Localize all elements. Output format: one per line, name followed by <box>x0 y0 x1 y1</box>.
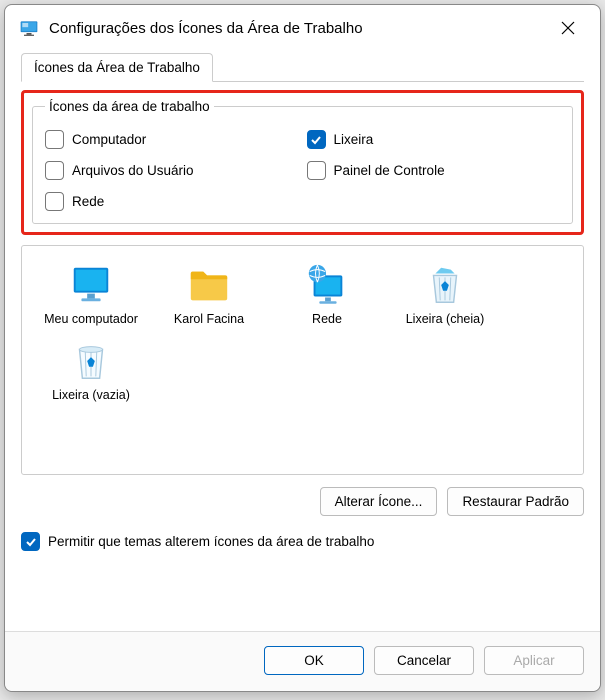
dialog-window: Configurações dos Ícones da Área de Trab… <box>4 4 601 692</box>
highlighted-region: Ícones da área de trabalho Computador Li… <box>21 90 584 235</box>
network-icon <box>304 262 350 308</box>
icon-preview-panel: Meu computador Karol Facina <box>21 245 584 475</box>
tab-desktop-icons[interactable]: Ícones da Área de Trabalho <box>21 53 213 82</box>
close-button[interactable] <box>546 13 590 43</box>
checkbox-controlpanel[interactable] <box>307 161 326 180</box>
icon-buttons-row: Alterar Ícone... Restaurar Padrão <box>21 487 584 516</box>
checkbox-row-recyclebin[interactable]: Lixeira <box>307 130 561 149</box>
icon-item-computer[interactable]: Meu computador <box>32 260 150 336</box>
restore-default-button[interactable]: Restaurar Padrão <box>447 487 584 516</box>
checkbox-row-network[interactable]: Rede <box>45 192 299 211</box>
icon-caption: Karol Facina <box>174 312 244 328</box>
ok-button[interactable]: OK <box>264 646 364 675</box>
checkbox-userfiles[interactable] <box>45 161 64 180</box>
icon-caption: Rede <box>312 312 342 328</box>
icon-caption: Lixeira (vazia) <box>52 388 130 404</box>
icon-item-network[interactable]: Rede <box>268 260 386 336</box>
close-icon <box>561 21 575 35</box>
apply-button[interactable]: Aplicar <box>484 646 584 675</box>
titlebar: Configurações dos Ícones da Área de Trab… <box>5 5 600 49</box>
cancel-button[interactable]: Cancelar <box>374 646 474 675</box>
folder-icon <box>186 262 232 308</box>
icon-item-recycle-empty[interactable]: Lixeira (vazia) <box>32 336 150 412</box>
checkbox-recyclebin[interactable] <box>307 130 326 149</box>
change-icon-button[interactable]: Alterar Ícone... <box>320 487 438 516</box>
checkbox-grid: Computador Lixeira Arquivos do Usuário <box>45 130 560 211</box>
themes-checkbox-row[interactable]: Permitir que temas alterem ícones da áre… <box>21 532 584 551</box>
icon-item-userfolder[interactable]: Karol Facina <box>150 260 268 336</box>
checkbox-label: Rede <box>72 194 104 209</box>
dialog-footer: OK Cancelar Aplicar <box>5 631 600 691</box>
dialog-content: Ícones da Área de Trabalho Ícones da áre… <box>5 49 600 631</box>
computer-icon <box>68 262 114 308</box>
checkbox-row-userfiles[interactable]: Arquivos do Usuário <box>45 161 299 180</box>
checkbox-computer[interactable] <box>45 130 64 149</box>
app-icon <box>19 18 39 38</box>
checkbox-allow-themes[interactable] <box>21 532 40 551</box>
checkbox-label: Permitir que temas alterem ícones da áre… <box>48 534 374 549</box>
checkbox-row-controlpanel[interactable]: Painel de Controle <box>307 161 561 180</box>
checkbox-label: Arquivos do Usuário <box>72 163 194 178</box>
icon-caption: Lixeira (cheia) <box>406 312 485 328</box>
recycle-empty-icon <box>68 338 114 384</box>
window-title: Configurações dos Ícones da Área de Trab… <box>49 20 546 37</box>
group-legend: Ícones da área de trabalho <box>45 99 214 114</box>
checkbox-row-computer[interactable]: Computador <box>45 130 299 149</box>
desktop-icons-group: Ícones da área de trabalho Computador Li… <box>32 99 573 224</box>
checkbox-label: Lixeira <box>334 132 374 147</box>
icon-grid: Meu computador Karol Facina <box>32 260 573 411</box>
recycle-full-icon <box>422 262 468 308</box>
tab-strip: Ícones da Área de Trabalho <box>21 53 584 82</box>
checkbox-label: Painel de Controle <box>334 163 445 178</box>
checkbox-network[interactable] <box>45 192 64 211</box>
icon-caption: Meu computador <box>44 312 138 328</box>
icon-item-recycle-full[interactable]: Lixeira (cheia) <box>386 260 504 336</box>
checkbox-label: Computador <box>72 132 146 147</box>
